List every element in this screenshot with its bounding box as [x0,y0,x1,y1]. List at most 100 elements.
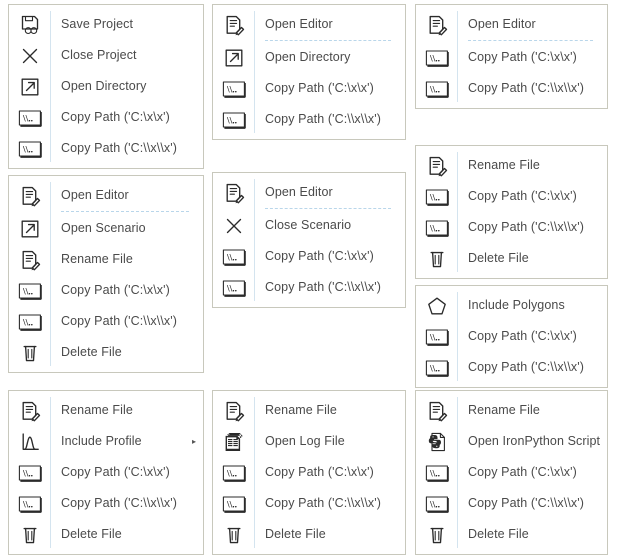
edit-document-icon [416,150,457,181]
trash-icon [416,243,457,274]
menu-item-copy-path-double[interactable]: \\.. Copy Path ('C:\\x\\x') [213,104,405,135]
menu-item-delete-file[interactable]: Delete File [9,519,203,550]
menu-item-label: Copy Path ('C:\x\x') [61,465,170,480]
svg-text:\\..: \\.. [429,224,440,234]
svg-text:\\..: \\.. [429,193,440,203]
menu-item-label: Copy Path ('C:\\x\\x') [468,360,585,375]
menu-item-copy-path-double[interactable]: \\.. Copy Path ('C:\\x\\x') [9,488,203,519]
profile-context-menu: Rename File Include Profile ▸ \\.. Copy Path… [8,390,204,555]
copy-path-icon: \\.. [416,488,457,519]
edit-document-icon [213,9,254,40]
menu-item-copy-path-double[interactable]: \\.. Copy Path ('C:\\x\\x') [416,488,607,519]
menu-item-label: Delete File [468,527,529,542]
copy-path-icon: \\.. [9,275,50,306]
menu-item-copy-path-single[interactable]: \\.. Copy Path ('C:\x\x') [416,457,607,488]
menu-item-label: Rename File [61,403,133,418]
copy-path-icon: \\.. [9,488,50,519]
menu-item-copy-path-double[interactable]: \\.. Copy Path ('C:\\x\\x') [9,133,203,164]
menu-item-rename-file[interactable]: Rename File [9,244,203,275]
menu-item-close-scenario[interactable]: Close Scenario [213,210,405,241]
menu-item-delete-file[interactable]: Delete File [213,519,405,550]
copy-path-icon: \\.. [416,352,457,383]
svg-text:\\..: \\.. [429,333,440,343]
svg-text:\\..: \\.. [226,116,237,126]
close-x-icon [9,40,50,71]
menu-item-label: Copy Path ('C:\x\x') [265,81,374,96]
menu-item-copy-path-single[interactable]: \\.. Copy Path ('C:\x\x') [9,102,203,133]
menu-item-label: Copy Path ('C:\x\x') [468,329,577,344]
menu-item-label: Copy Path ('C:\x\x') [468,189,577,204]
menu-item-copy-path-double[interactable]: \\.. Copy Path ('C:\\x\\x') [416,352,607,383]
menu-item-rename-file[interactable]: Rename File [213,395,405,426]
edit-document-icon [9,180,50,211]
svg-text:\\..: \\.. [429,85,440,95]
menu-item-close-project[interactable]: Close Project [9,40,203,71]
svg-text:\\..: \\.. [226,253,237,263]
menu-item-label: Rename File [61,252,133,267]
menu-item-open-directory[interactable]: Open Directory [9,71,203,102]
menu-item-delete-file[interactable]: Delete File [9,337,203,368]
menu-item-label: Copy Path ('C:\\x\\x') [468,220,585,235]
trash-icon [9,337,50,368]
menu-item-label: Open Directory [265,50,351,65]
menu-item-copy-path-double[interactable]: \\.. Copy Path ('C:\\x\\x') [416,73,607,104]
svg-text:\\..: \\.. [429,469,440,479]
menu-item-copy-path-single[interactable]: \\.. Copy Path ('C:\x\x') [213,241,405,272]
open-external-icon [9,213,50,244]
menu-item-include-profile[interactable]: Include Profile ▸ [9,426,203,457]
menu-item-copy-path-single[interactable]: \\.. Copy Path ('C:\x\x') [213,73,405,104]
menu-item-open-directory[interactable]: Open Directory [213,42,405,73]
menu-item-copy-path-double[interactable]: \\.. Copy Path ('C:\\x\\x') [416,212,607,243]
copy-path-icon: \\.. [416,42,457,73]
menu-item-copy-path-single[interactable]: \\.. Copy Path ('C:\x\x') [9,275,203,306]
menu-item-label: Open Editor [265,17,333,32]
trash-icon [213,519,254,550]
menu-item-copy-path-single[interactable]: \\.. Copy Path ('C:\x\x') [9,457,203,488]
menu-item-open-editor[interactable]: Open Editor [213,9,405,40]
copy-path-icon: \\.. [213,488,254,519]
menu-item-open-scenario[interactable]: Open Scenario [9,213,203,244]
save-disk-icon [9,9,50,40]
svg-text:\\..: \\.. [226,85,237,95]
menu-item-copy-path-double[interactable]: \\.. Copy Path ('C:\\x\\x') [213,272,405,303]
copy-path-icon: \\.. [416,457,457,488]
svg-text:\\..: \\.. [226,500,237,510]
menu-item-open-editor[interactable]: Open Editor [213,177,405,208]
ironpython-context-menu: Rename File Open IronPython Script \\.. Cop… [415,390,608,555]
menu-item-delete-file[interactable]: Delete File [416,243,607,274]
menu-item-include-polygons[interactable]: Include Polygons [416,290,607,321]
menu-item-label: Copy Path ('C:\x\x') [265,465,374,480]
menu-item-open-editor[interactable]: Open Editor [9,180,203,211]
menu-item-label: Rename File [468,403,540,418]
menu-item-open-editor[interactable]: Open Editor [416,9,607,40]
menu-item-label: Open Scenario [61,221,146,236]
profile-curve-icon [9,426,50,457]
copy-path-icon: \\.. [416,73,457,104]
menu-item-rename-file[interactable]: Rename File [416,395,607,426]
menu-item-label: Copy Path ('C:\\x\\x') [265,496,382,511]
menu-item-save-project[interactable]: Save Project [9,9,203,40]
editor-directory-context-menu: Open Editor Open Directory \\.. Copy Path (… [212,4,406,140]
menu-item-open-log-file[interactable]: Open Log File [213,426,405,457]
menu-item-copy-path-double[interactable]: \\.. Copy Path ('C:\\x\\x') [9,306,203,337]
menu-item-open-ironpython-script[interactable]: Open IronPython Script [416,426,607,457]
menu-item-copy-path-double[interactable]: \\.. Copy Path ('C:\\x\\x') [213,488,405,519]
svg-text:\\..: \\.. [22,114,33,124]
menu-item-label: Copy Path ('C:\x\x') [468,50,577,65]
menu-item-copy-path-single[interactable]: \\.. Copy Path ('C:\x\x') [213,457,405,488]
menu-item-label: Copy Path ('C:\\x\\x') [61,141,178,156]
menu-item-copy-path-single[interactable]: \\.. Copy Path ('C:\x\x') [416,181,607,212]
menu-item-copy-path-single[interactable]: \\.. Copy Path ('C:\x\x') [416,321,607,352]
menu-item-copy-path-single[interactable]: \\.. Copy Path ('C:\x\x') [416,42,607,73]
menu-item-delete-file[interactable]: Delete File [416,519,607,550]
log-file-context-menu: Rename File Open Log File \\.. Copy Path ('… [212,390,406,555]
edit-document-icon [416,395,457,426]
menu-item-label: Open Editor [265,185,333,200]
svg-text:\\..: \\.. [22,145,33,155]
menu-item-rename-file[interactable]: Rename File [9,395,203,426]
menu-item-rename-file[interactable]: Rename File [416,150,607,181]
scenario-full-context-menu: Open Editor Open Scenario Rename File \\.. C… [8,175,204,373]
copy-path-icon: \\.. [416,321,457,352]
log-file-icon [213,426,254,457]
edit-document-icon [416,9,457,40]
